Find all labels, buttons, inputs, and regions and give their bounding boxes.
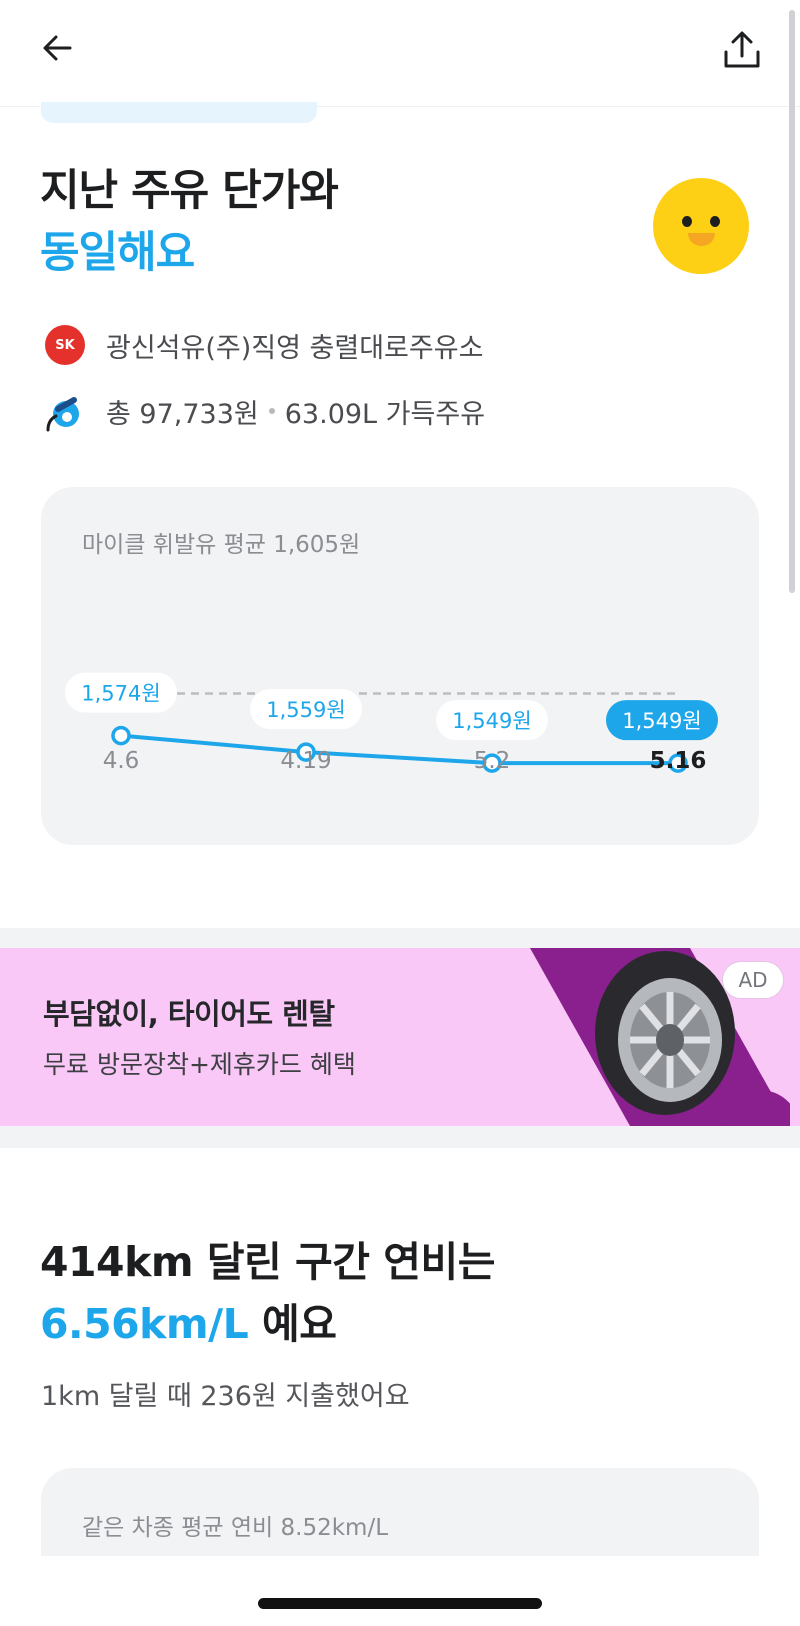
headline-line1: 지난 주유 단가와: [40, 166, 339, 216]
headline-line2: 동일해요: [40, 228, 195, 278]
scrollbar[interactable]: [789, 10, 795, 593]
x-tick-label: 4.6: [103, 748, 140, 774]
total-amount: 총 97,733원: [106, 398, 259, 430]
price-chart-card: 마이클 휘발유 평균 1,605원 1,574원 4.6 1,559원 4.19 1,5…: [41, 487, 759, 845]
back-button[interactable]: [32, 22, 84, 74]
x-tick-label: 5.2: [474, 748, 511, 774]
efficiency-line2: 6.56km/L 예요: [40, 1293, 495, 1355]
sk-logo: SK: [45, 325, 85, 365]
separator-dot: [268, 408, 275, 414]
emoji-beak: [688, 233, 715, 246]
efficiency-line1: 414km 달린 구간 연비는: [40, 1238, 495, 1286]
emoji-face-icon: [653, 178, 749, 274]
price-data-label: 1,559원: [266, 698, 345, 722]
cost-per-km: 1km 달릴 때 236원 지출했어요: [41, 1381, 410, 1412]
fuel-nozzle-icon: [44, 390, 86, 432]
tag-chip-partial: [41, 102, 317, 123]
share-button[interactable]: [716, 24, 768, 76]
price-point[interactable]: [111, 725, 131, 746]
fuel-liters: 63.09L 가득주유: [284, 398, 486, 430]
station-logo-icon: SK: [44, 324, 86, 366]
station-name: 광신석유(주)직영 충렬대로주유소: [106, 332, 484, 364]
emoji-eye-left: [682, 216, 692, 227]
price-line-chart: 1,574원 4.6 1,559원 4.19 1,549원 5.2 1,549원 5.16: [65, 672, 718, 774]
efficiency-headline: 414km 달린 구간 연비는 6.56km/L 예요: [40, 1231, 495, 1355]
share-upload-icon: [724, 31, 760, 68]
price-data-label: 1,549원: [452, 709, 531, 733]
section-divider: [0, 928, 800, 948]
section-divider-2: [0, 1126, 800, 1148]
price-data-label: 1,549원: [622, 709, 701, 733]
x-tick-label: 4.19: [280, 748, 331, 774]
ad-title: 부담없이, 타이어도 렌탈: [43, 997, 335, 1031]
price-series-line: [120, 733, 678, 766]
efficiency-value: 6.56km/L: [40, 1300, 249, 1348]
comparison-title: 같은 차종 평균 연비 8.52km/L: [82, 1515, 389, 1541]
efficiency-suffix: 예요: [248, 1300, 337, 1348]
ad-banner[interactable]: 부담없이, 타이어도 렌탈 무료 방문장착+제휴카드 혜택 AD: [0, 948, 800, 1126]
fuel-amount-row: 총 97,733원 63.09L 가득주유: [44, 390, 485, 432]
emoji-eye-right: [710, 216, 720, 227]
price-data-label: 1,574원: [81, 682, 160, 706]
arrow-left-icon: [43, 35, 72, 61]
station-row[interactable]: SK 광신석유(주)직영 충렬대로주유소: [44, 324, 483, 366]
bottom-safe-area: [0, 1556, 800, 1626]
ad-subtitle: 무료 방문장착+제휴카드 혜택: [43, 1050, 356, 1079]
home-indicator[interactable]: [258, 1598, 542, 1609]
ad-badge: AD: [722, 961, 784, 999]
top-app-bar: [0, 0, 800, 107]
price-comparison-headline: 지난 주유 단가와 동일해요: [40, 160, 339, 284]
x-tick-label: 5.16: [650, 748, 707, 774]
